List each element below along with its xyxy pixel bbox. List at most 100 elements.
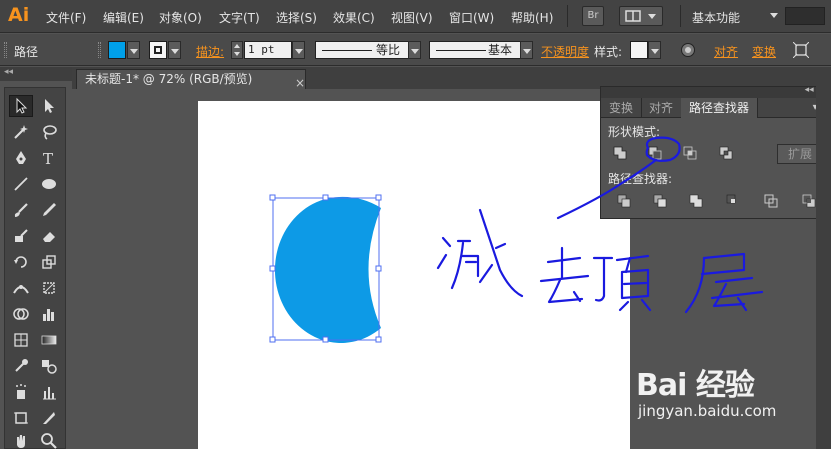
eyedropper-tool[interactable] (9, 355, 33, 377)
menu-view[interactable]: 视图(V) (391, 9, 433, 26)
blob-brush-icon (15, 229, 28, 242)
type-tool[interactable]: T (37, 147, 61, 169)
tab-pathfinder[interactable]: 路径查找器 (681, 98, 759, 118)
recolor-artwork-icon[interactable] (681, 43, 695, 57)
pencil-tool[interactable] (37, 199, 61, 221)
selection-arrow-icon (16, 97, 28, 114)
divide-button[interactable] (613, 192, 635, 210)
unite-button[interactable] (609, 144, 631, 162)
minus-front-button[interactable] (644, 144, 666, 162)
merge-button[interactable] (685, 192, 707, 210)
mesh-tool[interactable] (9, 329, 33, 351)
magic-wand-tool[interactable] (9, 121, 33, 143)
blob-brush-tool[interactable] (9, 225, 33, 247)
paintbrush-tool[interactable] (9, 199, 33, 221)
menu-file[interactable]: 文件(F) (46, 9, 86, 26)
direct-selection-tool[interactable] (37, 95, 61, 117)
shape-modes-title: 形状模式: (608, 125, 661, 139)
stroke-color-swatch[interactable] (149, 41, 167, 59)
recolor-center (685, 47, 691, 53)
line-icon (14, 177, 28, 191)
app-logo: Ai (8, 4, 30, 26)
trim-button[interactable] (649, 192, 671, 210)
tab-align[interactable]: 对齐 (641, 98, 683, 118)
brush-dropdown[interactable] (520, 41, 533, 59)
slice-tool[interactable] (37, 407, 61, 429)
column-graph-tool[interactable] (37, 381, 61, 403)
width-tool[interactable] (9, 277, 33, 299)
style-dropdown[interactable] (648, 41, 661, 59)
fill-color-swatch[interactable] (108, 41, 126, 59)
menu-object[interactable]: 对象(O) (159, 9, 202, 26)
chevron-up-icon (234, 44, 240, 48)
align-link[interactable]: 对齐 (714, 43, 738, 60)
shape-builder-tool[interactable] (9, 303, 33, 325)
document-tab[interactable]: 未标题-1* @ 72% (RGB/预览) × (76, 69, 306, 92)
tab-transform[interactable]: 变换 (601, 98, 643, 118)
panel-title-bar[interactable]: ◂◂ ✕ (601, 85, 830, 98)
blend-tool[interactable] (37, 355, 61, 377)
knife-icon (43, 412, 55, 424)
isolate-object-icon[interactable] (793, 42, 809, 58)
menu-help[interactable]: 帮助(H) (511, 9, 553, 26)
rotate-tool[interactable] (9, 251, 33, 273)
hand-tool[interactable] (9, 433, 33, 449)
workspace-switcher[interactable]: 基本功能 (692, 9, 740, 26)
pen-tool[interactable] (9, 147, 33, 169)
menu-bar: Ai 文件(F) 编辑(E) 对象(O) 文字(T) 选择(S) 效果(C) 视… (0, 0, 831, 33)
transform-link[interactable]: 变换 (752, 43, 776, 60)
outline-button[interactable] (760, 192, 782, 210)
chevron-down-icon[interactable] (770, 13, 778, 18)
stroke-weight-stepper[interactable] (231, 41, 243, 59)
graphic-style-swatch[interactable] (630, 41, 648, 59)
menu-type[interactable]: 文字(T) (219, 9, 260, 26)
profile-label: 等比 (375, 43, 400, 57)
lasso-tool[interactable] (37, 121, 61, 143)
brush-definition[interactable]: 基本 (429, 41, 521, 59)
ellipse-tool[interactable] (37, 173, 61, 195)
artboard[interactable] (198, 101, 630, 449)
variable-width-profile[interactable]: 等比 (315, 41, 409, 59)
close-icon[interactable]: × (295, 74, 305, 92)
menu-window[interactable]: 窗口(W) (449, 9, 494, 26)
menu-select[interactable]: 选择(S) (276, 9, 317, 26)
pen-icon (16, 151, 26, 164)
menu-effect[interactable]: 效果(C) (333, 9, 375, 26)
search-input[interactable] (785, 7, 825, 25)
magic-wand-icon (14, 125, 28, 139)
gradient-icon (41, 335, 57, 345)
fill-dropdown[interactable] (127, 41, 140, 59)
free-transform-tool[interactable] (37, 277, 61, 299)
scale-tool[interactable] (37, 251, 61, 273)
eraser-tool[interactable] (37, 225, 61, 247)
scale-icon (42, 255, 56, 269)
tools-panel-collapse[interactable]: ◂◂ (0, 67, 72, 81)
artboard-tool[interactable] (9, 407, 33, 429)
crop-button[interactable] (722, 192, 744, 210)
zoom-tool[interactable] (37, 433, 61, 449)
chevron-down-icon (234, 52, 240, 56)
profile-dropdown[interactable] (408, 41, 421, 59)
symbol-sprayer-tool[interactable] (9, 381, 33, 403)
arrange-icon (625, 10, 656, 22)
arrange-documents-button[interactable] (619, 6, 663, 26)
selection-tool[interactable] (9, 95, 33, 117)
opacity-link[interactable]: 不透明度 (541, 43, 589, 60)
grip-icon[interactable] (98, 42, 101, 58)
stroke-weight-field[interactable]: 1 pt (244, 41, 292, 59)
line-segment-tool[interactable] (9, 173, 33, 195)
intersect-button[interactable] (679, 144, 701, 162)
watermark-main: Bai 经验 (636, 368, 755, 403)
gradient-tool[interactable] (37, 329, 61, 351)
graph-tool[interactable] (37, 303, 61, 325)
stroke-dropdown[interactable] (168, 41, 181, 59)
exclude-button[interactable] (715, 144, 737, 162)
bridge-button[interactable]: Br (582, 6, 604, 26)
stroke-weight-dropdown[interactable] (292, 41, 305, 59)
menu-edit[interactable]: 编辑(E) (103, 9, 144, 26)
pathfinder-panel: ◂◂ ✕ 变换 对齐 路径查找器 ▾≡ 形状模式: 扩展 路径查找器: (600, 85, 831, 219)
minus-back-icon (802, 194, 816, 208)
stroke-panel-link[interactable]: 描边: (196, 43, 224, 60)
free-transform-icon (43, 282, 55, 294)
grip-icon[interactable] (4, 42, 7, 58)
